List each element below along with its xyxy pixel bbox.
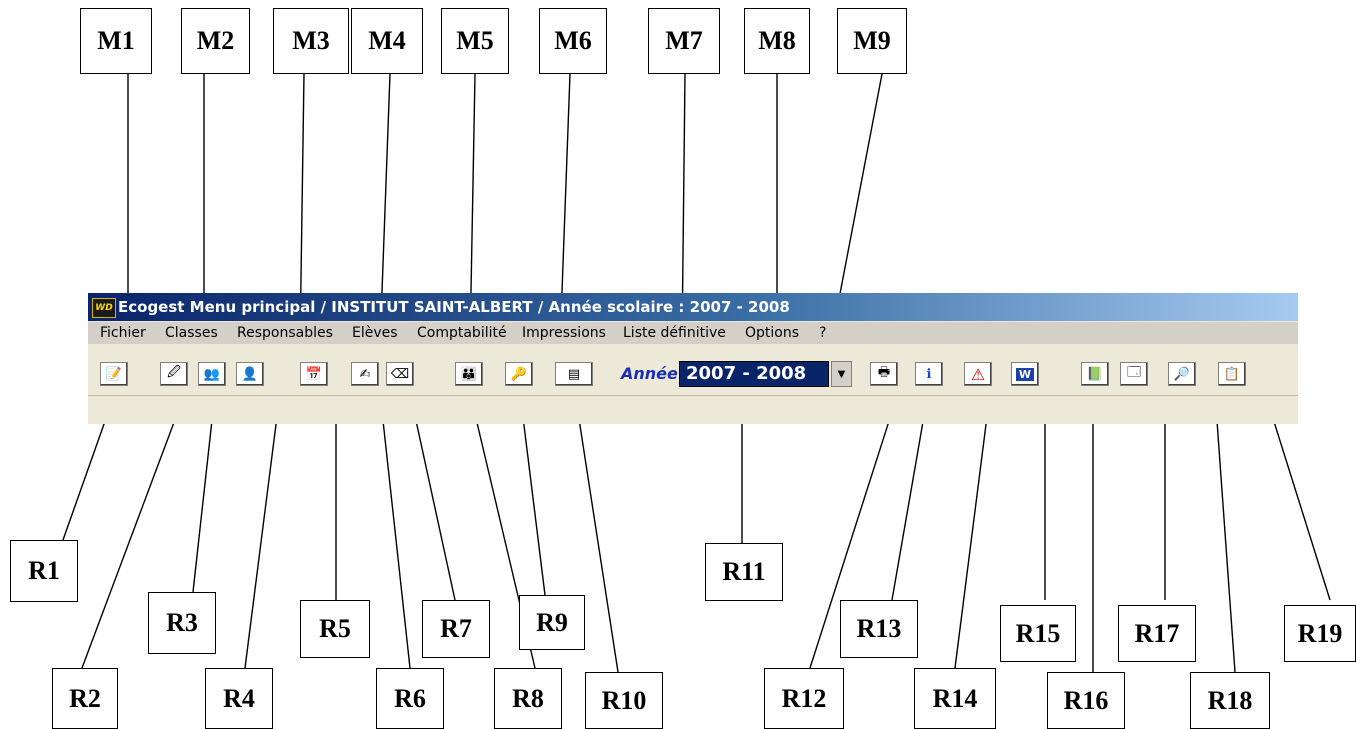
menu-bar: Fichier Classes Responsables Elèves Comp… <box>88 322 1298 344</box>
callout-r3: R3 <box>148 592 216 654</box>
word-icon: W <box>1015 367 1035 381</box>
card-icon: ▤ <box>567 366 581 382</box>
callout-m7: M7 <box>648 8 720 74</box>
menu-comptabilite[interactable]: Comptabilité <box>417 325 507 341</box>
word-button[interactable]: W <box>1011 362 1039 386</box>
info-button[interactable]: ℹ <box>915 362 943 386</box>
callout-r16: R16 <box>1047 672 1125 729</box>
window-settings-button[interactable]: 🗔 <box>1120 362 1148 386</box>
printer-icon: 🖶 <box>877 365 891 380</box>
callout-r4: R4 <box>205 668 273 729</box>
pen-edit-icon: ✍ <box>359 366 371 382</box>
edit-window-icon: 🖉 <box>167 365 181 380</box>
key-icon: 🔑 <box>510 366 528 382</box>
people-icon: 👥 <box>203 366 221 382</box>
key-button[interactable]: 🔑 <box>505 362 533 386</box>
callout-r7: R7 <box>422 600 490 658</box>
callout-r12: R12 <box>764 668 844 729</box>
eraser-button[interactable]: ⌫ <box>386 362 414 386</box>
person-button[interactable]: 👤 <box>236 362 264 386</box>
document-edit-icon: 📋 <box>1223 366 1241 382</box>
warning-icon: ⚠ <box>970 364 986 384</box>
callout-r15: R15 <box>1000 605 1076 662</box>
eraser-icon: ⌫ <box>390 366 410 382</box>
status-area <box>88 395 1298 424</box>
book-edit-icon: 📗 <box>1086 366 1104 382</box>
users-group-icon: 👪 <box>460 366 478 382</box>
callout-r13: R13 <box>840 600 918 658</box>
callout-r17: R17 <box>1118 605 1196 662</box>
callout-r6: R6 <box>376 668 444 729</box>
callout-m9: M9 <box>837 8 907 74</box>
year-select[interactable]: 2007 - 2008 <box>679 361 829 387</box>
callout-m6: M6 <box>539 8 607 74</box>
document-edit-button[interactable]: 📋 <box>1218 362 1246 386</box>
menu-options[interactable]: Options <box>745 325 799 341</box>
year-dropdown-button[interactable]: ▼ <box>831 361 852 387</box>
card-button[interactable]: ▤ <box>555 362 593 386</box>
callout-r2: R2 <box>52 668 118 729</box>
calendar-icon: 📅 <box>305 366 323 382</box>
notes-button[interactable]: 📝 <box>100 362 128 386</box>
callout-r9: R9 <box>519 595 585 650</box>
callout-m1: M1 <box>80 8 152 74</box>
title-bar: WD Ecogest Menu principal / INSTITUT SAI… <box>88 293 1298 321</box>
search-button[interactable]: 🔎 <box>1168 362 1196 386</box>
toolbar: 📝 🖉 👥 👤 📅 ✍ ⌫ 👪 🔑 ▤ Année 2007 - 2008 ▼ … <box>88 344 1298 395</box>
menu-liste-definitive[interactable]: Liste définitive <box>623 325 726 341</box>
menu-fichier[interactable]: Fichier <box>100 325 146 341</box>
edit-window-button[interactable]: 🖉 <box>160 362 188 386</box>
callout-m3: M3 <box>273 8 349 74</box>
callout-r1: R1 <box>10 540 78 602</box>
window-settings-icon: 🗔 <box>1126 365 1142 380</box>
app-logo-icon: WD <box>92 298 116 318</box>
warning-button[interactable]: ⚠ <box>964 362 992 386</box>
magnifier-icon: 🔎 <box>1173 366 1191 382</box>
callout-r10: R10 <box>585 672 663 729</box>
users-group-button[interactable]: 👪 <box>455 362 483 386</box>
callout-r5: R5 <box>300 600 370 658</box>
menu-responsables[interactable]: Responsables <box>237 325 333 341</box>
year-label: Année <box>621 364 678 383</box>
callout-r8: R8 <box>494 668 562 729</box>
notes-icon: 📝 <box>105 366 123 382</box>
chevron-down-icon: ▼ <box>837 368 846 380</box>
callout-r18: R18 <box>1190 672 1270 729</box>
print-button[interactable]: 🖶 <box>870 362 898 386</box>
pen-edit-button[interactable]: ✍ <box>351 362 379 386</box>
menu-eleves[interactable]: Elèves <box>352 325 398 341</box>
window-title: Ecogest Menu principal / INSTITUT SAINT-… <box>118 298 790 316</box>
person-red-icon: 👤 <box>241 366 259 382</box>
callout-r19: R19 <box>1284 605 1356 662</box>
app-window: WD Ecogest Menu principal / INSTITUT SAI… <box>88 293 1298 424</box>
menu-impressions[interactable]: Impressions <box>522 325 606 341</box>
callout-m2: M2 <box>181 8 250 74</box>
menu-help[interactable]: ? <box>819 325 826 341</box>
people-button[interactable]: 👥 <box>198 362 226 386</box>
book-edit-button[interactable]: 📗 <box>1081 362 1109 386</box>
callout-r11: R11 <box>705 543 783 601</box>
info-person-icon: ℹ <box>926 366 932 382</box>
menu-classes[interactable]: Classes <box>165 325 218 341</box>
callout-m8: M8 <box>744 8 810 74</box>
callout-m5: M5 <box>441 8 509 74</box>
calendar-button[interactable]: 📅 <box>300 362 328 386</box>
callout-m4: M4 <box>351 8 423 74</box>
callout-r14: R14 <box>914 668 996 729</box>
